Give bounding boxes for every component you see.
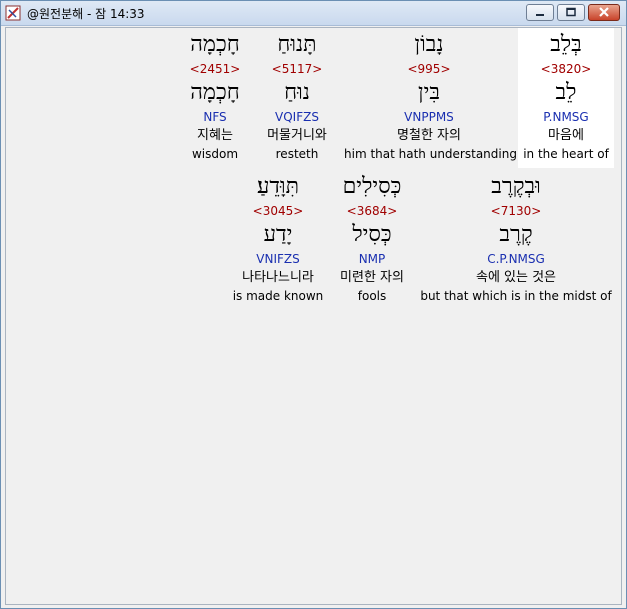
word-block[interactable]: תָּנוּחַ <5117> נוּחַ VQIFZS 머물거니와 reste… bbox=[252, 28, 342, 168]
interlinear-view[interactable]: בְּלֵב <3820> לֵב P.NMSG 마음에 in the hear… bbox=[5, 27, 622, 605]
word-block[interactable]: כְּסִילִים <3684> כְּסִיל NMP 미련한 자의 foo… bbox=[328, 170, 416, 310]
korean-gloss: 미련한 자의 bbox=[340, 270, 404, 285]
hebrew-surface: תָּנוּחַ bbox=[277, 32, 317, 57]
title-bar[interactable]: @원전분해 - 잠 14:33 bbox=[1, 1, 626, 26]
parsing-code: VQIFZS bbox=[275, 110, 319, 124]
parsing-code: VNPPMS bbox=[404, 110, 454, 124]
close-icon bbox=[599, 7, 609, 17]
korean-gloss: 나타나느니라 bbox=[242, 270, 314, 285]
korean-gloss: 지혜는 bbox=[197, 128, 233, 143]
english-gloss: resteth bbox=[275, 147, 319, 161]
korean-gloss: 속에 있는 것은 bbox=[475, 270, 557, 285]
english-gloss: but that which is in the midst of bbox=[420, 289, 612, 303]
english-gloss: is made known bbox=[232, 289, 324, 303]
hebrew-lemma: כְּסִיל bbox=[352, 222, 392, 247]
hebrew-surface: חָכְמָה bbox=[190, 32, 240, 57]
english-gloss: him that hath understanding bbox=[344, 147, 517, 161]
strong-number[interactable]: <5117> bbox=[252, 62, 342, 76]
korean-gloss: 명철한 자의 bbox=[397, 128, 461, 143]
parsing-code: NMP bbox=[358, 252, 386, 266]
korean-gloss: 머물거니와 bbox=[267, 128, 327, 143]
parsing-code: C.P.NMSG bbox=[487, 252, 545, 266]
hebrew-lemma: קֶרֶב bbox=[499, 222, 533, 247]
hebrew-lemma: חָכְמָה bbox=[190, 80, 240, 105]
strong-number[interactable]: <7130> bbox=[418, 204, 614, 218]
strong-number[interactable]: <995> bbox=[344, 62, 514, 76]
app-icon bbox=[5, 5, 21, 21]
maximize-icon bbox=[566, 7, 576, 17]
hebrew-lemma: נוּחַ bbox=[284, 80, 310, 105]
word-block[interactable]: תִּוָּדֵעַ׃ <3045> יָדַע VNIFZS 나타나느니라 i… bbox=[230, 170, 326, 310]
hebrew-surface: כְּסִילִים bbox=[342, 174, 402, 199]
hebrew-lemma: יָדַע bbox=[263, 222, 293, 247]
minimize-icon bbox=[536, 14, 544, 16]
strong-number[interactable]: <3684> bbox=[328, 204, 416, 218]
hebrew-surface: וּבְקֶרֶב bbox=[491, 174, 541, 199]
window-title: @원전분해 - 잠 14:33 bbox=[27, 7, 145, 21]
english-gloss: wisdom bbox=[191, 147, 239, 161]
korean-gloss: 마음에 bbox=[548, 128, 584, 143]
hebrew-lemma: לֵב bbox=[555, 80, 577, 105]
word-block[interactable]: נָבוֹן <995> בִּין VNPPMS 명철한 자의 him tha… bbox=[344, 28, 517, 168]
app-window: @원전분해 - 잠 14:33 בְּלֵב <3820> לֵב P.NMSG bbox=[0, 0, 627, 609]
hebrew-surface: תִּוָּדֵעַ׃ bbox=[256, 174, 300, 199]
english-gloss: in the heart of bbox=[523, 147, 609, 161]
english-gloss: fools bbox=[357, 289, 387, 303]
parsing-code: P.NMSG bbox=[543, 110, 589, 124]
strong-number[interactable]: <3045> bbox=[230, 204, 326, 218]
word-block[interactable]: וּבְקֶרֶב <7130> קֶרֶב C.P.NMSG 속에 있는 것은… bbox=[418, 170, 614, 310]
strong-number[interactable]: <3820> bbox=[518, 62, 614, 76]
maximize-button[interactable] bbox=[557, 4, 585, 21]
parsing-code: VNIFZS bbox=[256, 252, 300, 266]
minimize-button[interactable] bbox=[526, 4, 554, 21]
word-block[interactable]: בְּלֵב <3820> לֵב P.NMSG 마음에 in the hear… bbox=[518, 28, 614, 168]
parsing-code: NFS bbox=[203, 110, 227, 124]
hebrew-surface: בְּלֵב bbox=[550, 32, 582, 57]
close-button[interactable] bbox=[588, 4, 620, 21]
hebrew-surface: נָבוֹן bbox=[414, 32, 444, 57]
strong-number[interactable]: <2451> bbox=[180, 62, 250, 76]
hebrew-lemma: בִּין bbox=[418, 80, 440, 105]
word-block[interactable]: חָכְמָה <2451> חָכְמָה NFS 지혜는 wisdom bbox=[180, 28, 250, 168]
